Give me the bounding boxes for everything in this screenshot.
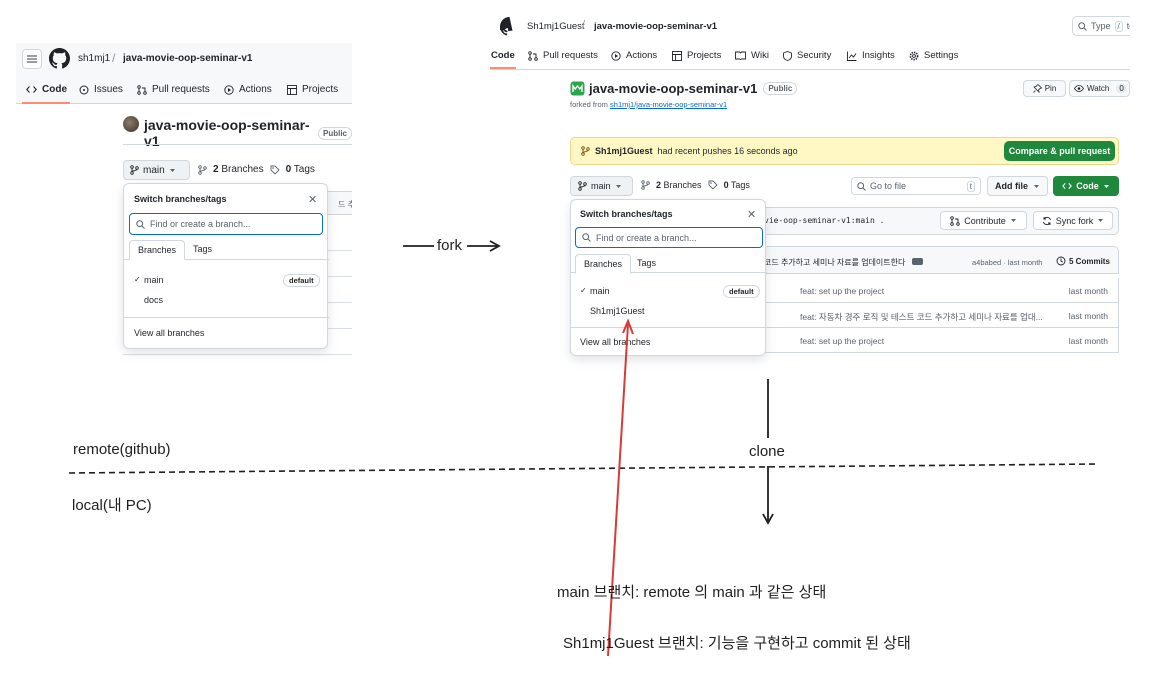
local-label: local(내 PC) — [72, 497, 152, 514]
annotation-overlay — [68, 240, 1099, 657]
remote-label: remote(github) — [73, 441, 171, 458]
guest-branch-note: Sh1mj1Guest 브랜치: 기능을 구현하고 commit 된 상태 — [563, 635, 911, 652]
remote-local-divider — [68, 463, 1099, 474]
clone-label: clone — [749, 443, 785, 460]
fork-label: fork — [437, 237, 463, 254]
main-branch-note: main 브랜치: remote 의 main 과 같은 상태 — [557, 584, 827, 601]
red-pointer-arrow-line — [607, 323, 629, 657]
